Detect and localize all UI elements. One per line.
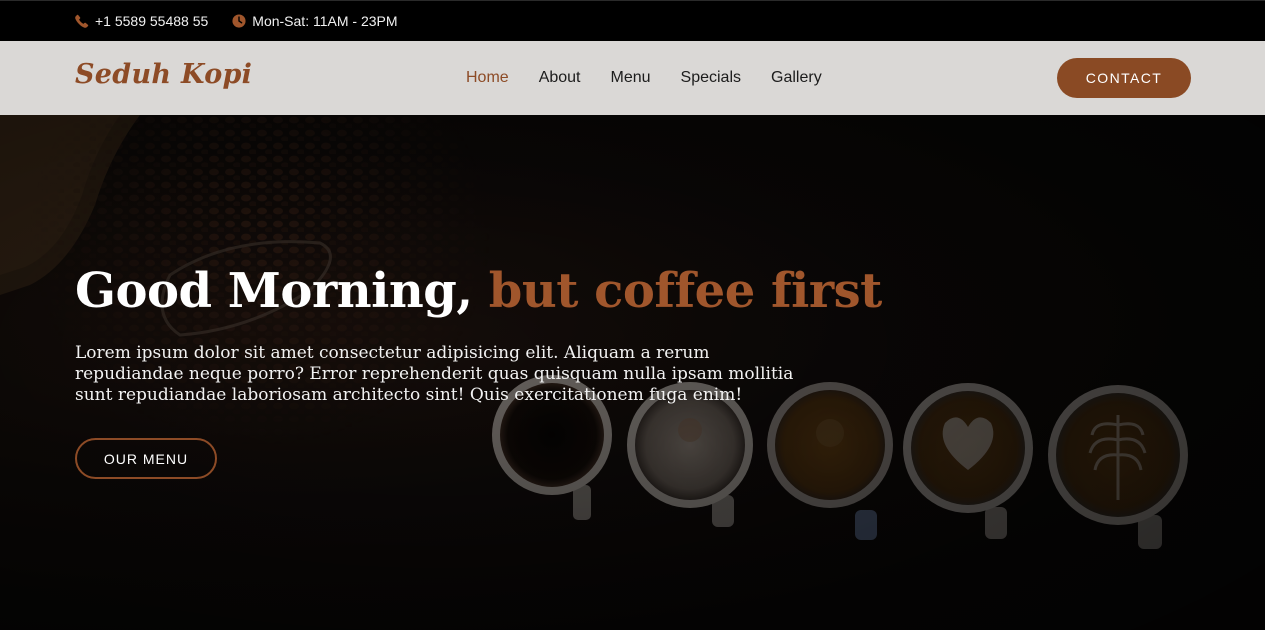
contact-button[interactable]: CONTACT <box>1057 58 1191 98</box>
phone-number: +1 5589 55488 55 <box>95 13 209 29</box>
site-logo[interactable]: Seduh Kopi <box>75 59 252 90</box>
opening-hours: Mon-Sat: 11AM - 23PM <box>252 13 398 29</box>
site-header: Seduh Kopi Home About Menu Specials Gall… <box>0 41 1265 115</box>
phone-info: +1 5589 55488 55 <box>75 13 208 29</box>
hero-description: Lorem ipsum dolor sit amet consectetur a… <box>75 343 794 405</box>
our-menu-button[interactable]: OUR MENU <box>75 438 217 479</box>
nav-home[interactable]: Home <box>466 69 509 87</box>
nav-gallery[interactable]: Gallery <box>771 69 822 87</box>
headline-accent: but coffee first <box>488 263 883 319</box>
hero-section: Good Morning, but coffee first Lorem ips… <box>0 115 1265 630</box>
top-info-bar: +1 5589 55488 55 Mon-Sat: 11AM - 23PM <box>0 0 1265 41</box>
hero-headline: Good Morning, but coffee first <box>75 263 882 319</box>
headline-main: Good Morning, <box>75 263 473 319</box>
main-nav: Home About Menu Specials Gallery <box>466 41 852 115</box>
hours-info: Mon-Sat: 11AM - 23PM <box>232 13 398 29</box>
phone-icon <box>75 14 89 28</box>
nav-menu[interactable]: Menu <box>611 69 651 87</box>
nav-about[interactable]: About <box>539 69 581 87</box>
nav-specials[interactable]: Specials <box>681 69 741 87</box>
clock-icon <box>232 14 246 28</box>
